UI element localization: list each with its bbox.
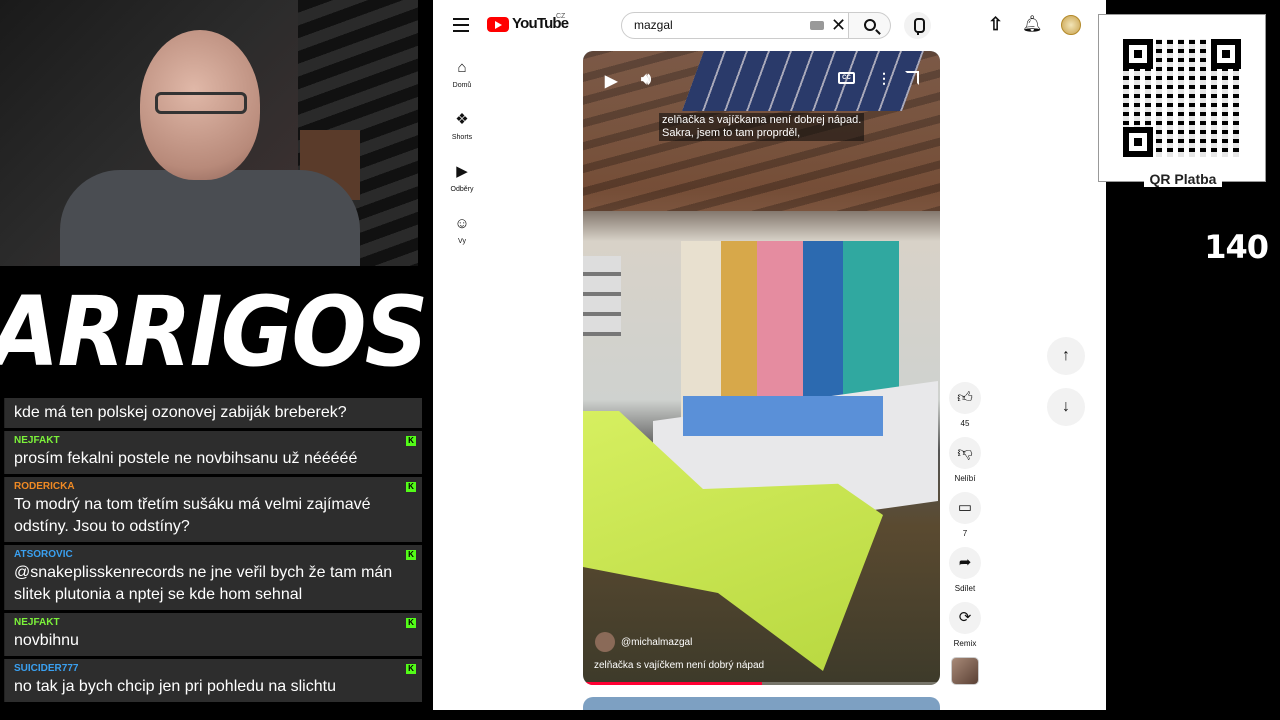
rail-item-label: Shorts [451, 134, 473, 141]
qr-payment-panel: QR Platba [1098, 14, 1266, 187]
rail-item-you[interactable]: ☺ Vy [433, 215, 491, 246]
search-icon [864, 19, 876, 31]
video-scene-blue-towel [683, 396, 883, 436]
chat-message-text: To modrý na tom třetím sušáku má velmi z… [14, 496, 371, 535]
next-video-preview[interactable] [583, 697, 940, 710]
streamer [60, 30, 360, 266]
upload-icon[interactable]: ⇧ [988, 14, 1003, 35]
rail-item-subscriptions[interactable]: ▶ Odběry [433, 163, 491, 194]
chat-message-text: novbihnu [14, 632, 79, 649]
captions-icon[interactable]: CC [838, 72, 855, 84]
remix-label: Remix [953, 639, 977, 648]
like-count: 45 [960, 419, 970, 428]
country-code: CZ [556, 13, 566, 20]
rail-item-home[interactable]: ⌂ Domů [433, 59, 491, 90]
more-options-icon[interactable]: ⋮ [877, 70, 891, 87]
menu-icon[interactable] [453, 18, 469, 32]
glasses [155, 92, 247, 114]
chat-message-text: prosím fekalni postele ne novbihsanu už … [14, 450, 358, 467]
video-title[interactable]: zelňačka s vajíčkem není dobrý nápad [594, 660, 764, 671]
clear-search-icon[interactable]: ✕ [831, 16, 846, 34]
qr-label: QR Platba [1099, 171, 1267, 189]
notifications-icon[interactable]: 🔔︎ [1022, 14, 1042, 34]
sound-button[interactable] [947, 657, 983, 685]
progress-fill [583, 682, 762, 685]
chat-message: SUICIDER777 K no tak ja bych chcip jen p… [4, 659, 422, 702]
counter-value: 140 [1204, 228, 1269, 266]
rail-item-label: Vy [458, 238, 466, 245]
play-icon[interactable]: ▶ [605, 71, 617, 91]
avatar[interactable] [1061, 15, 1081, 35]
kick-icon: K [406, 618, 416, 628]
like-button[interactable]: 👍︎ 45 [947, 382, 983, 428]
previous-video-button[interactable]: ↑ [1047, 337, 1085, 375]
chat-username: RODERICKA [14, 481, 75, 492]
share-button[interactable]: ➦ Sdílet [947, 547, 983, 593]
youtube-header: YouTube CZ mazgal ✕ ⇧ 🔔︎ [433, 0, 1106, 50]
comments-button[interactable]: ▭ 7 [947, 492, 983, 538]
chat-message: ATSOROVIC K @snakeplisskenrecords ne jne… [4, 545, 422, 610]
youtube-window: YouTube CZ mazgal ✕ ⇧ 🔔︎ ⌂ Domů ❖ Shorts [433, 0, 1106, 710]
qr-finder [1123, 39, 1153, 69]
kick-icon: K [406, 436, 416, 446]
dislike-icon: 👎︎ [949, 437, 981, 469]
qr-label-text: QR Platba [1143, 171, 1223, 187]
chat-message: NEJFAKT K prosím fekalni postele ne novb… [4, 431, 422, 474]
subscriptions-icon: ▶ [456, 163, 468, 180]
remix-icon: ⟳ [949, 602, 981, 634]
home-icon: ⌂ [457, 59, 467, 76]
webcam-feed [0, 0, 418, 266]
shorts-video-player[interactable]: ▶ 🔊︎ CC ⋮ zelňačka s vajíčkama není dobr… [583, 51, 940, 685]
sound-thumbnail [951, 657, 979, 685]
rail-item-label: Domů [452, 82, 472, 89]
qr-finder [1123, 127, 1153, 157]
fullscreen-icon[interactable] [905, 71, 919, 85]
share-icon: ➦ [949, 547, 981, 579]
channel-logo: ARRIGOS [0, 266, 429, 398]
channel-handle[interactable]: @michalmazgal [621, 637, 692, 648]
comment-icon: ▭ [949, 492, 981, 524]
like-icon: 👍︎ [949, 382, 981, 414]
search-button[interactable] [849, 12, 891, 39]
chat-panel: kde má ten polskej ozonovej zabiják breb… [4, 398, 422, 720]
chat-username: NEJFAKT [14, 617, 60, 628]
chat-message: kde má ten polskej ozonovej zabiják breb… [4, 398, 422, 428]
rail-item-shorts[interactable]: ❖ Shorts [433, 111, 491, 142]
next-video-button[interactable]: ↓ [1047, 388, 1085, 426]
kick-icon: K [406, 482, 416, 492]
volume-icon[interactable]: 🔊︎ [641, 71, 651, 89]
qr-finder [1211, 39, 1241, 69]
chat-message-text: kde má ten polskej ozonovej zabiják breb… [14, 404, 347, 421]
channel-avatar[interactable] [595, 632, 615, 652]
video-progress-bar[interactable] [583, 682, 940, 685]
channel-info[interactable]: @michalmazgal [595, 632, 692, 652]
chat-username: SUICIDER777 [14, 663, 79, 674]
keyboard-icon[interactable] [810, 21, 824, 30]
chat-message: RODERICKA K To modrý na tom třetím sušák… [4, 477, 422, 542]
chat-username: ATSOROVIC [14, 549, 73, 560]
stream-overlay: ARRIGOS kde má ten polskej ozonovej zabi… [0, 0, 1280, 720]
chat-message-text: no tak ja bych chcip jen pri pohledu na … [14, 678, 336, 695]
streamer-body [60, 170, 360, 266]
logo-text: ARRIGOS [0, 276, 429, 388]
you-icon: ☺ [454, 215, 470, 232]
youtube-logo-icon[interactable] [487, 17, 509, 32]
voice-search-button[interactable] [904, 12, 931, 39]
chat-message-text: @snakeplisskenrecords ne jne veřil bych … [14, 564, 393, 603]
shorts-icon: ❖ [455, 111, 469, 128]
video-scene-window [583, 256, 621, 336]
rail-item-label: Odběry [450, 186, 474, 193]
counter-panel: 140 [1106, 200, 1280, 720]
comment-count: 7 [962, 529, 968, 538]
dislike-label: Nelíbí [954, 474, 976, 483]
dislike-button[interactable]: 👎︎ Nelíbí [947, 437, 983, 483]
remix-button[interactable]: ⟳ Remix [947, 602, 983, 648]
kick-icon: K [406, 664, 416, 674]
share-label: Sdílet [954, 584, 976, 593]
video-subtitle: zelňačka s vajíčkama není dobrej nápad. … [659, 113, 865, 141]
kick-icon: K [406, 550, 416, 560]
chat-message: NEJFAKT K novbihnu [4, 613, 422, 656]
chat-username: NEJFAKT [14, 435, 60, 446]
